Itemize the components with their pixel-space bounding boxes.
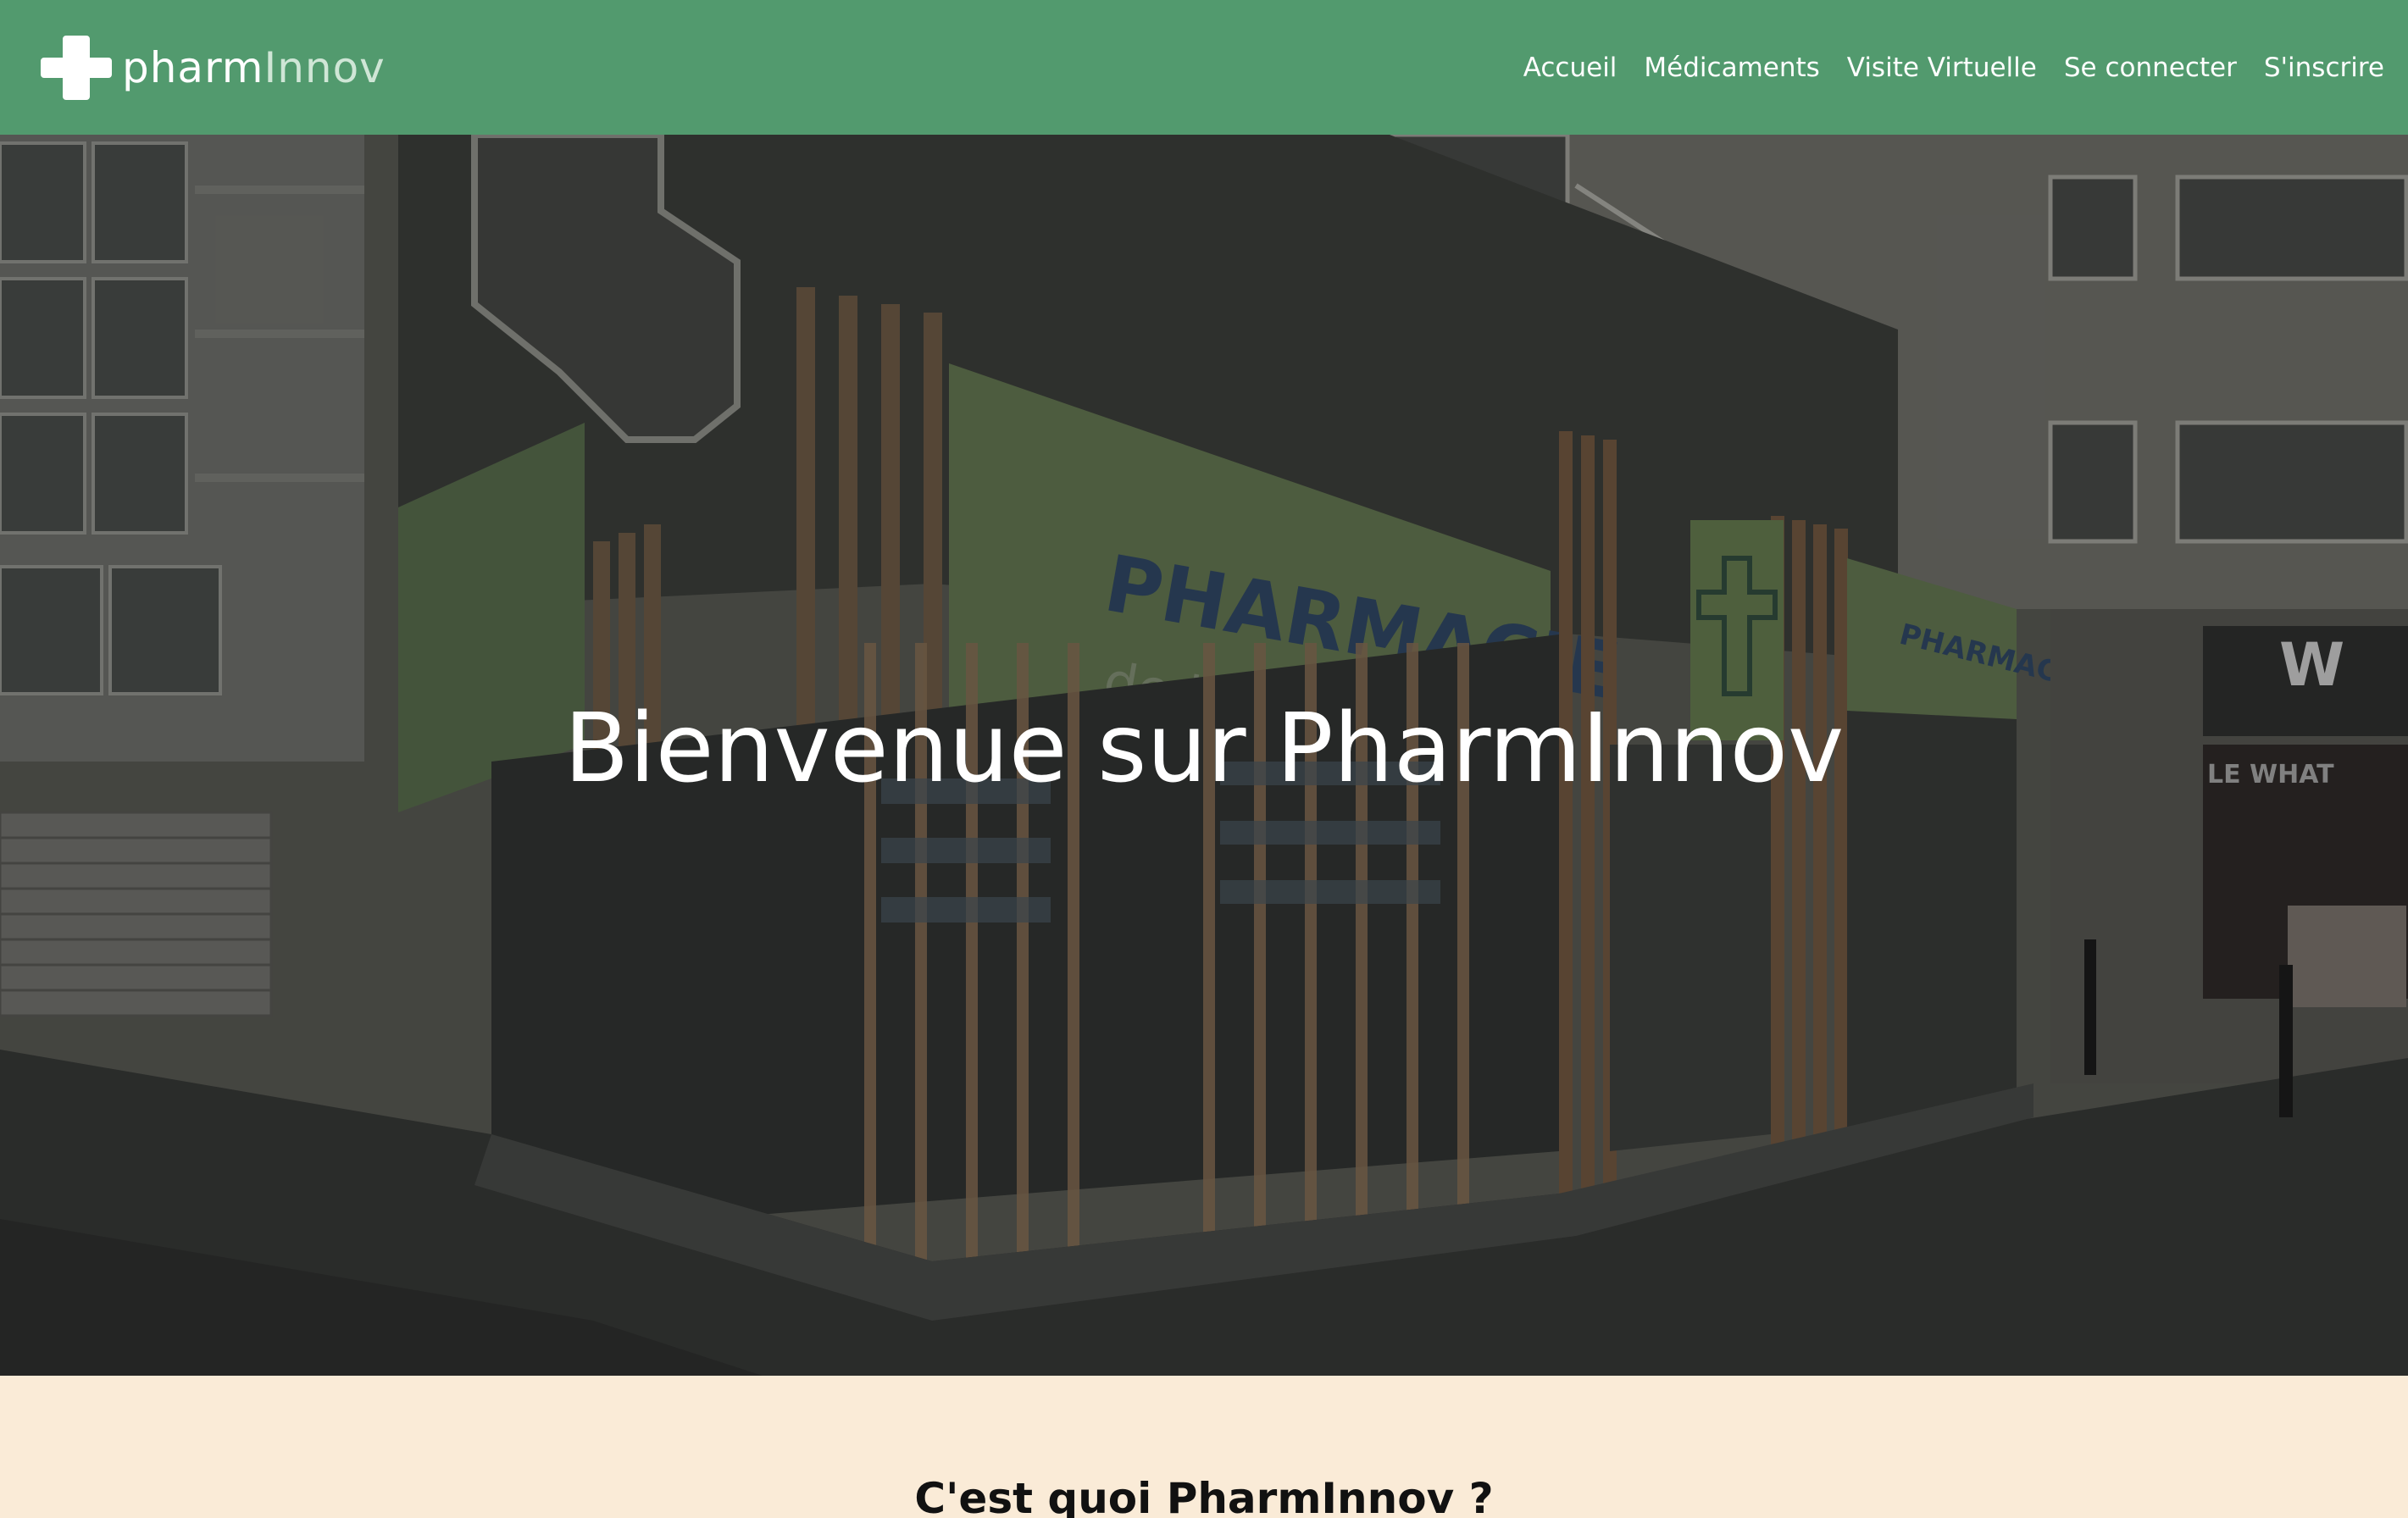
brand-name: pharmInnov [122, 47, 386, 89]
main-nav: Accueil Médicaments Visite Virtuelle Se … [1523, 0, 2384, 135]
nav-link-se-connecter[interactable]: Se connecter [2064, 53, 2237, 83]
about-title: C'est quoi PharmInnov ? [914, 1474, 1494, 1518]
nav-link-accueil[interactable]: Accueil [1523, 53, 1617, 83]
brand-name-part1: pharm [122, 42, 264, 92]
pharmacy-cross-icon [41, 35, 112, 100]
top-navbar: pharmInnov Accueil Médicaments Visite Vi… [0, 0, 2408, 135]
about-section: C'est quoi PharmInnov ? [0, 1376, 2408, 1518]
nav-link-visite-virtuelle[interactable]: Visite Virtuelle [1847, 53, 2037, 83]
brand-name-part2: Innov [264, 42, 386, 92]
nav-link-sinscrire[interactable]: S'inscrire [2264, 53, 2384, 83]
hero-banner: PHARMACIE de la Presqu'île [0, 135, 2408, 1376]
hero-title: Bienvenue sur PharmInnov [563, 694, 1845, 804]
brand-logo[interactable]: pharmInnov [41, 0, 386, 135]
nav-link-medicaments[interactable]: Médicaments [1644, 53, 1819, 83]
